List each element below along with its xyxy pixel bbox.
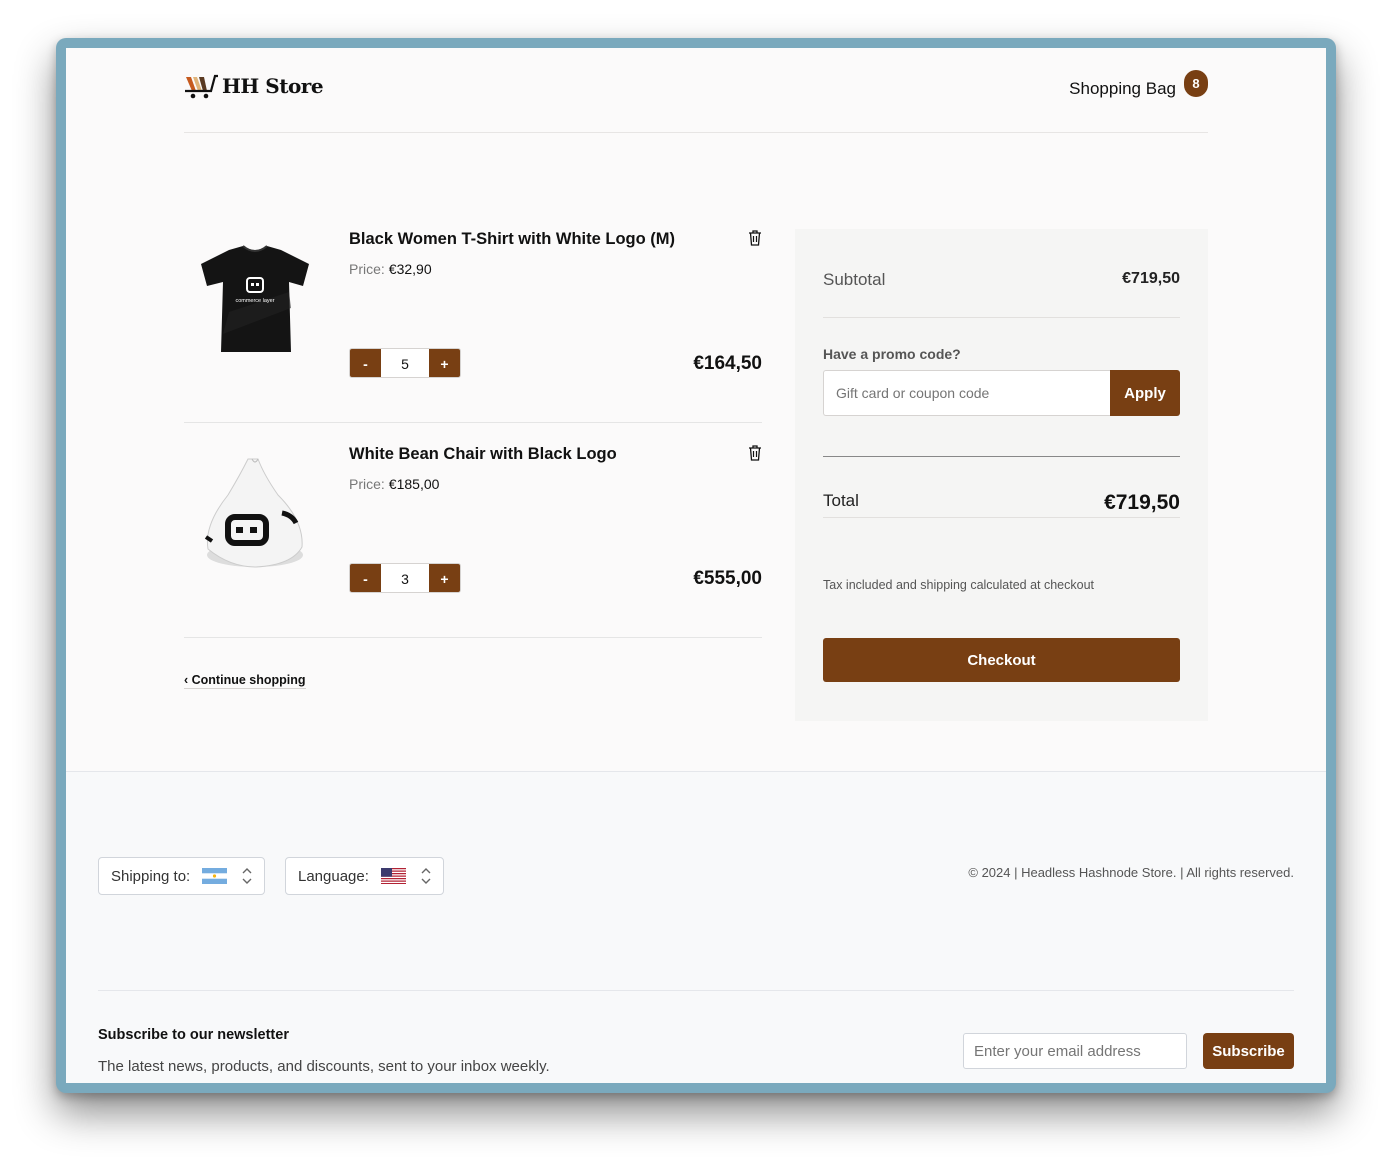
item-price-label: Price: xyxy=(349,476,385,492)
newsletter-email-input[interactable] xyxy=(963,1033,1187,1069)
summary-divider xyxy=(823,456,1180,457)
cart-item: White Bean Chair with Black Logo Price: €… xyxy=(184,423,762,638)
quantity-value[interactable]: 3 xyxy=(381,564,429,592)
subtotal-label: Subtotal xyxy=(823,270,886,289)
decrease-quantity-button[interactable]: - xyxy=(350,349,381,377)
browser-frame: HH Store Shopping Bag 8 commerce layer B… xyxy=(56,38,1336,1093)
increase-quantity-button[interactable]: + xyxy=(429,349,460,377)
language-select[interactable]: Language: xyxy=(285,857,444,895)
footer-divider xyxy=(98,990,1294,991)
subscribe-button[interactable]: Subscribe xyxy=(1203,1033,1294,1069)
chevron-updown-icon xyxy=(242,868,252,884)
tshirt-print-text: commerce layer xyxy=(235,298,274,304)
item-title[interactable]: White Bean Chair with Black Logo xyxy=(349,445,617,464)
usa-flag-icon xyxy=(380,868,406,884)
newsletter-description: The latest news, products, and discounts… xyxy=(98,1058,550,1075)
cart-items: commerce layer Black Women T-Shirt with … xyxy=(184,208,762,638)
cart-logo-icon xyxy=(185,74,218,99)
apply-button[interactable]: Apply xyxy=(1110,370,1180,416)
item-title[interactable]: Black Women T-Shirt with White Logo (M) xyxy=(349,230,675,249)
shopping-bag[interactable]: Shopping Bag 8 xyxy=(1069,70,1208,99)
trash-icon[interactable] xyxy=(748,230,762,246)
argentina-flag-icon xyxy=(202,868,228,884)
store-logo[interactable]: HH Store xyxy=(184,72,324,100)
logo-text: HH Store xyxy=(222,74,324,98)
language-label: Language: xyxy=(298,867,369,885)
item-price-value: €185,00 xyxy=(388,476,440,492)
subtotal-row: Subtotal €719,50 xyxy=(823,270,1180,318)
quantity-stepper: - 3 + xyxy=(349,563,461,593)
increase-quantity-button[interactable]: + xyxy=(429,564,460,592)
tshirt-image: commerce layer xyxy=(194,233,316,363)
trash-icon[interactable] xyxy=(748,445,762,461)
tax-note: Tax included and shipping calculated at … xyxy=(823,578,1095,592)
shopping-bag-label: Shopping Bag xyxy=(1069,79,1176,98)
site-footer: Shipping to: Language: © 2024 | Headless… xyxy=(66,771,1326,1083)
newsletter-title: Subscribe to our newsletter xyxy=(98,1027,289,1043)
cart-item: commerce layer Black Women T-Shirt with … xyxy=(184,208,762,423)
chevron-updown-icon xyxy=(421,868,431,884)
total-row: Total €719,50 xyxy=(823,491,1180,518)
shipping-label: Shipping to: xyxy=(111,867,191,885)
bag-count-badge: 8 xyxy=(1184,70,1208,97)
total-value: €719,50 xyxy=(1104,491,1180,514)
promo-form: Apply xyxy=(823,370,1180,416)
bean-chair-image xyxy=(194,448,316,578)
promo-label: Have a promo code? xyxy=(823,346,961,362)
shipping-country-select[interactable]: Shipping to: xyxy=(98,857,265,895)
item-price-label: Price: xyxy=(349,261,385,277)
continue-shopping-link[interactable]: ‹ Continue shopping xyxy=(184,673,306,689)
total-label: Total xyxy=(823,491,859,510)
order-summary: Subtotal €719,50 Have a promo code? Appl… xyxy=(795,229,1208,721)
item-price: Price: €32,90 xyxy=(349,261,432,277)
checkout-button[interactable]: Checkout xyxy=(823,638,1180,682)
item-total: €555,00 xyxy=(693,568,762,589)
promo-code-input[interactable] xyxy=(823,370,1110,416)
copyright-text: © 2024 | Headless Hashnode Store. | All … xyxy=(968,865,1294,880)
site-header: HH Store Shopping Bag 8 xyxy=(184,48,1208,133)
item-price-value: €32,90 xyxy=(388,261,432,277)
quantity-stepper: - 5 + xyxy=(349,348,461,378)
decrease-quantity-button[interactable]: - xyxy=(350,564,381,592)
subtotal-value: €719,50 xyxy=(1122,270,1180,287)
page-window: HH Store Shopping Bag 8 commerce layer B… xyxy=(66,48,1326,1083)
item-price: Price: €185,00 xyxy=(349,476,439,492)
quantity-value[interactable]: 5 xyxy=(381,349,429,377)
item-total: €164,50 xyxy=(693,353,762,374)
